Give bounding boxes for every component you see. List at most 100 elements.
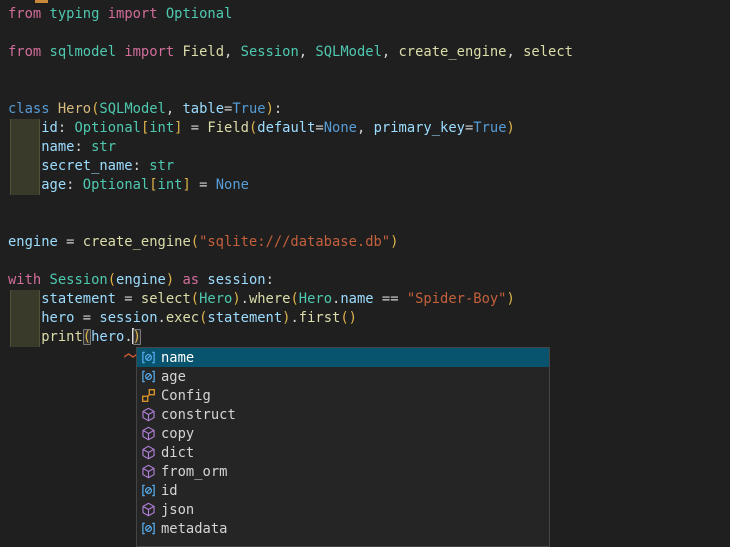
code-line[interactable] (0, 214, 730, 233)
method-icon (140, 426, 156, 442)
code-line[interactable]: with Session(engine) as session: (0, 271, 730, 290)
code-token: ( (191, 291, 199, 307)
code-token (158, 6, 166, 22)
code-token: SQLModel (315, 44, 381, 60)
code-line[interactable] (0, 62, 730, 81)
suggest-item-label: id (161, 483, 178, 499)
code-token: : (58, 120, 75, 136)
code-token (8, 158, 41, 174)
code-token: Optional (83, 177, 149, 193)
code-token: : (266, 272, 274, 288)
suggest-item[interactable]: name (137, 348, 549, 367)
code-token: where (249, 291, 291, 307)
code-token: Hero (299, 291, 332, 307)
code-line[interactable]: engine = create_engine("sqlite:///databa… (0, 233, 730, 252)
code-token: class (8, 101, 50, 117)
code-line[interactable]: secret_name: str (0, 157, 730, 176)
code-token: Session (241, 44, 299, 60)
code-token: name (340, 291, 373, 307)
code-token: None (216, 177, 249, 193)
code-token (41, 44, 49, 60)
code-line[interactable] (0, 24, 730, 43)
code-token: , (357, 120, 374, 136)
code-editor-area[interactable]: from typing import Optionalfrom sqlmodel… (0, 5, 730, 347)
code-token: statement (41, 291, 116, 307)
code-line[interactable] (0, 252, 730, 271)
code-line[interactable] (0, 81, 730, 100)
code-token (41, 272, 49, 288)
code-token: = (315, 120, 323, 136)
suggest-item-label: metadata (161, 521, 227, 537)
code-token: : (133, 158, 150, 174)
editor-viewport: { "editor": { "background": "#1f1f1f", "… (0, 0, 730, 540)
code-token: : (274, 101, 282, 117)
code-line[interactable] (0, 195, 730, 214)
suggest-item[interactable]: construct (137, 405, 549, 424)
code-token (99, 6, 107, 22)
code-token: None (324, 120, 357, 136)
code-line[interactable]: from typing import Optional (0, 5, 730, 24)
code-token: = (116, 291, 141, 307)
code-token: sqlmodel (50, 44, 116, 60)
code-token: Session (50, 272, 108, 288)
code-line[interactable]: name: str (0, 138, 730, 157)
suggest-item[interactable]: from_orm (137, 462, 549, 481)
code-token: hero (91, 329, 124, 345)
code-token: [ (149, 177, 157, 193)
field-icon (140, 369, 156, 385)
code-line[interactable]: age: Optional[int] = None (0, 176, 730, 195)
code-token: == (374, 291, 407, 307)
class-icon (140, 388, 156, 404)
code-token: , (382, 44, 399, 60)
code-token (50, 101, 58, 117)
code-line[interactable]: id: Optional[int] = Field(default=None, … (0, 119, 730, 138)
suggest-item[interactable]: dict (137, 443, 549, 462)
code-token: str (91, 139, 116, 155)
code-token: Optional (74, 120, 140, 136)
code-line[interactable]: class Hero(SQLModel, table=True): (0, 100, 730, 119)
code-token (8, 177, 41, 193)
code-token: Hero (58, 101, 91, 117)
code-token: import (108, 6, 158, 22)
code-token: select (523, 44, 573, 60)
code-token: name (41, 139, 74, 155)
code-token: Field (182, 44, 224, 60)
code-line[interactable]: hero = session.exec(statement).first() (0, 309, 730, 328)
code-token: print (41, 329, 83, 345)
method-icon (140, 464, 156, 480)
code-token: engine (8, 234, 58, 250)
suggest-item[interactable]: Config (137, 386, 549, 405)
code-token: primary_key (374, 120, 465, 136)
suggest-item[interactable]: metadata (137, 519, 549, 538)
code-token: str (149, 158, 174, 174)
code-token: ) (349, 310, 357, 326)
suggest-item[interactable]: json (137, 500, 549, 519)
code-token: True (473, 120, 506, 136)
code-token: , (299, 44, 316, 60)
code-token: : (66, 177, 83, 193)
code-token (8, 310, 41, 326)
suggest-item-label: json (161, 502, 194, 518)
code-token: = (182, 120, 207, 136)
code-token: typing (50, 6, 100, 22)
code-line[interactable]: from sqlmodel import Field, Session, SQL… (0, 43, 730, 62)
code-token: from (8, 6, 41, 22)
code-token: create_engine (83, 234, 191, 250)
code-token: Field (207, 120, 249, 136)
suggest-item[interactable]: copy (137, 424, 549, 443)
suggest-item-label: copy (161, 426, 194, 442)
suggest-item[interactable]: age (137, 367, 549, 386)
code-token: session (207, 272, 265, 288)
suggest-item[interactable]: id (137, 481, 549, 500)
code-token: [ (141, 120, 149, 136)
code-token: default (257, 120, 315, 136)
field-icon (140, 483, 156, 499)
code-line[interactable]: print(hero.) (0, 328, 730, 347)
method-icon (140, 445, 156, 461)
code-token: . (290, 310, 298, 326)
code-token (8, 120, 41, 136)
code-token: Optional (166, 6, 232, 22)
code-token: "Spider-Boy" (407, 291, 507, 307)
code-token: int (149, 120, 174, 136)
code-line[interactable]: statement = select(Hero).where(Hero.name… (0, 290, 730, 309)
